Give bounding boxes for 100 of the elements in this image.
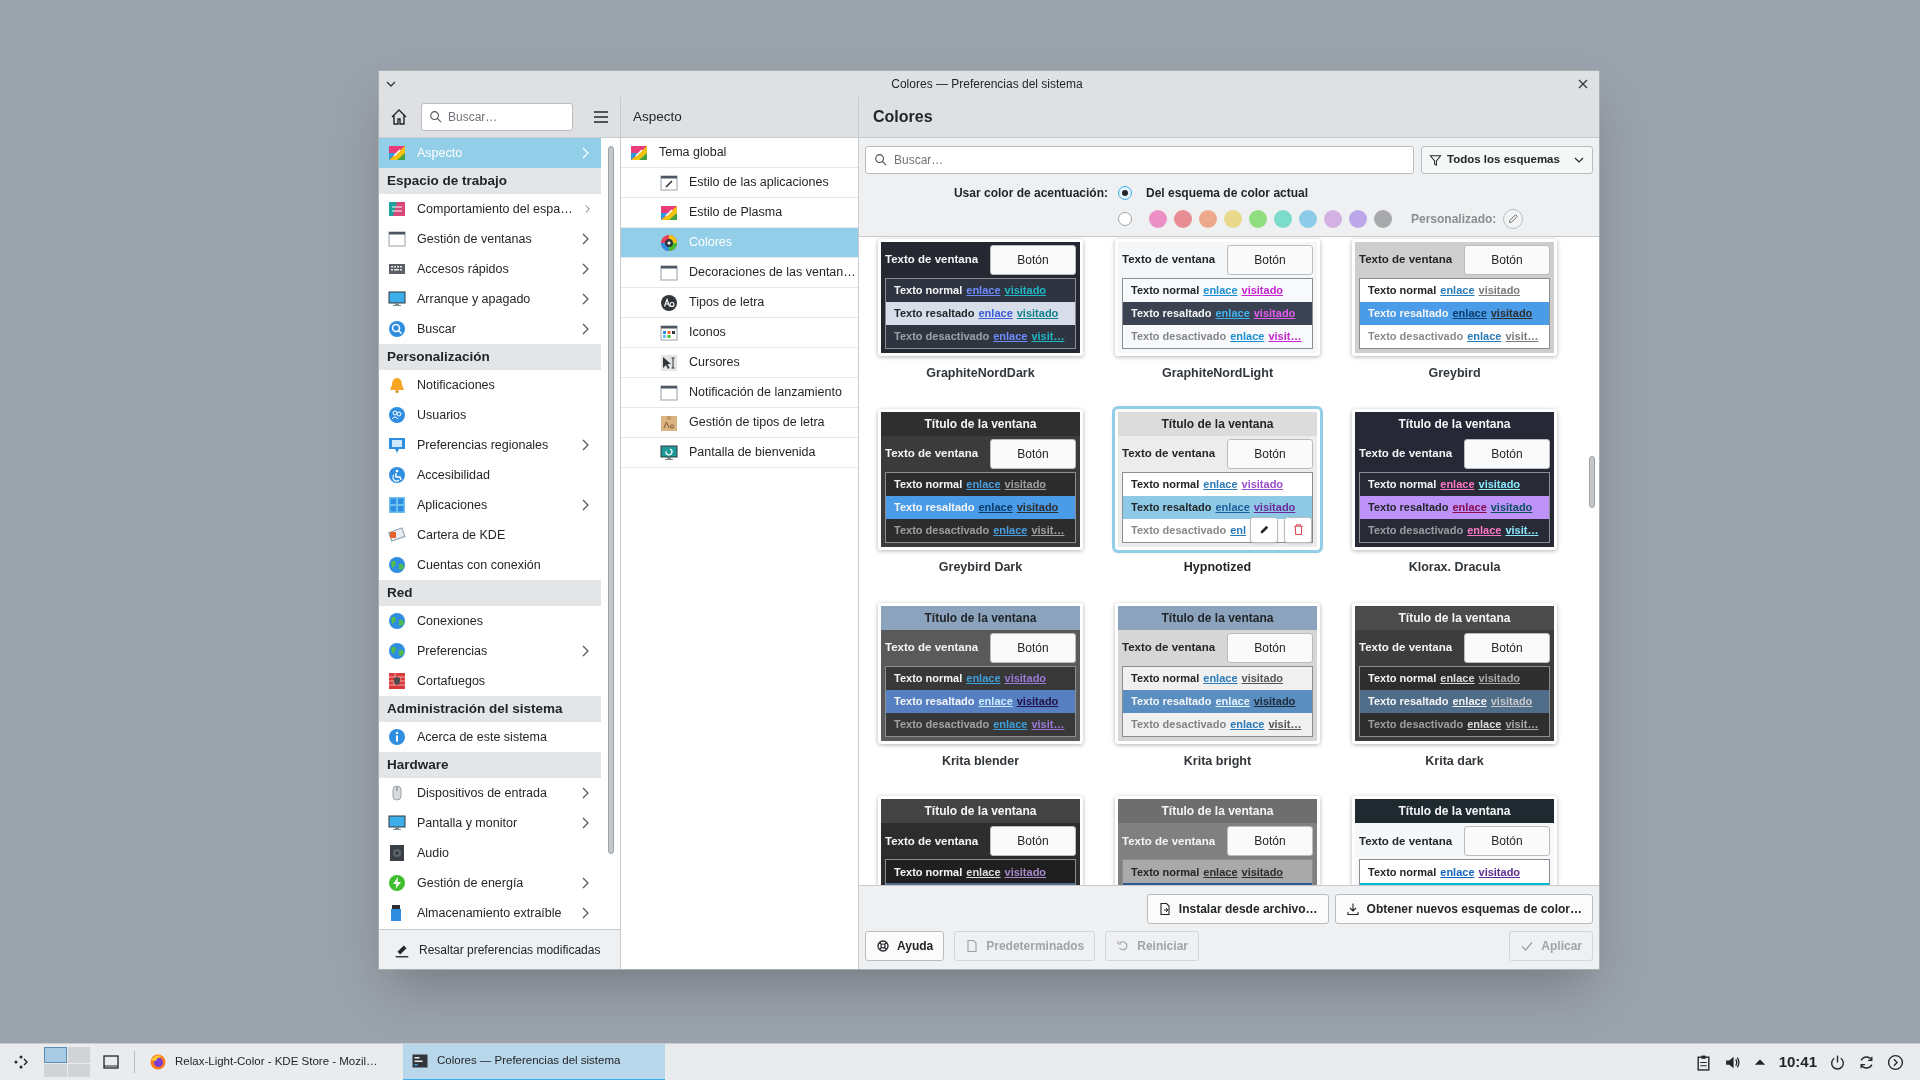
edit-button[interactable] <box>1250 516 1278 543</box>
color-scheme-card[interactable]: Título de la ventana Texto de ventana Botón Texto normal enlace visitado Texto resaltado enlace visitado Texto desactivado enl <box>1115 408 1320 550</box>
preview-button: Botón <box>1464 245 1550 275</box>
category-item[interactable]: Gestión de tipos de letra <box>621 408 858 438</box>
delete-button[interactable] <box>1284 516 1312 543</box>
clipboard-icon[interactable] <box>1694 1053 1712 1071</box>
sample-text: Texto normal <box>1368 864 1437 880</box>
preview-button: Botón <box>1227 632 1313 663</box>
category-item[interactable]: Tema global <box>621 138 858 168</box>
help-button[interactable]: Ayuda <box>865 931 945 961</box>
color-scheme-card[interactable]: Texto de ventana Botón Texto normal enlace visitado Texto resaltado enlace visitado Texto desactivado enlace visit… <box>1352 239 1557 356</box>
highlight-changes-button[interactable]: Resaltar preferencias modificadas <box>389 935 605 964</box>
preview-button: Botón <box>990 438 1076 469</box>
visited-link-text: visitado <box>1253 693 1296 709</box>
desktop-thumbnail[interactable] <box>67 1047 90 1063</box>
window-text: Texto de ventana <box>885 252 979 268</box>
color-scheme-card[interactable]: Título de la ventana Texto de ventana Botón Texto normal enlace visitado Texto resaltado enlace visitado Texto desactivado enlace visit… <box>1352 602 1557 744</box>
search-field[interactable]: Buscar… <box>865 146 1414 174</box>
color-scheme-card[interactable]: Título de la ventana Texto de ventana Botón Texto normal enlace visitado <box>878 796 1083 885</box>
radio-button[interactable] <box>1118 186 1132 200</box>
globe-icon <box>387 611 407 631</box>
power-icon[interactable] <box>1829 1053 1846 1071</box>
chat-bubble-icon <box>387 435 407 455</box>
link-text: enlace <box>1215 500 1250 515</box>
category-item[interactable]: Tipos de letra <box>621 288 858 318</box>
category-item[interactable]: Cursores <box>621 348 858 378</box>
action-button[interactable]: Obtener nuevos esquemas de color… <box>1334 894 1593 924</box>
category-item[interactable]: Estilo de las aplicaciones <box>621 168 858 198</box>
refresh-icon[interactable] <box>1858 1053 1875 1071</box>
scrollbar[interactable] <box>607 146 614 854</box>
lightning-icon <box>387 873 407 893</box>
color-scheme-card[interactable]: Título de la ventana Texto de ventana Botón Texto normal enlace visitado Texto resaltado enlace visitado Texto desactivado enlace visit… <box>878 408 1083 550</box>
radio-button[interactable] <box>1118 212 1132 226</box>
color-swatch[interactable] <box>1224 210 1242 228</box>
sample-text: Texto normal <box>894 283 963 299</box>
close-icon[interactable] <box>1577 78 1589 90</box>
sample-text: Texto normal <box>1131 670 1200 686</box>
color-swatch[interactable] <box>1174 210 1192 228</box>
color-swatch[interactable] <box>1324 210 1342 228</box>
palette-icon <box>387 143 407 163</box>
link-text: enlace <box>966 283 1001 299</box>
color-scheme-card[interactable]: Título de la ventana Texto de ventana Botón Texto normal enlace visitado Texto resaltado enlace visitado Texto desactivado enlace visit… <box>1352 408 1557 550</box>
color-swatch[interactable] <box>1249 210 1267 228</box>
speaker-icon <box>387 843 407 863</box>
link-text: enlace <box>1203 283 1238 299</box>
monitor-icon <box>387 813 407 833</box>
category-item[interactable]: Notificación de lanzamiento <box>621 378 858 408</box>
category-item[interactable]: Decoraciones de las ventan… <box>621 258 858 288</box>
link-text: enlace <box>1215 306 1250 322</box>
help-circle-icon[interactable] <box>1887 1053 1904 1071</box>
desktop-thumbnail[interactable] <box>44 1063 67 1077</box>
taskbar-task[interactable]: Colores — Preferencias del sistema <box>403 1043 665 1080</box>
desktop-thumbnail[interactable] <box>44 1047 67 1063</box>
link-text: enlace <box>978 693 1013 709</box>
preview-title-bar: Título de la ventana <box>1118 411 1317 436</box>
launcher-icon[interactable] <box>12 1053 30 1071</box>
clock[interactable]: 10:41 <box>1778 1050 1817 1074</box>
taskbar-task[interactable]: Relax-Light-Color - KDE Store - Mozil… <box>141 1043 403 1080</box>
font-icon <box>659 292 679 313</box>
filter-icon <box>1429 153 1442 167</box>
link-text: enlace <box>1467 716 1502 732</box>
color-scheme-card[interactable]: Texto de ventana Botón Texto normal enlace visitado Texto resaltado enlace visitado Texto desactivado enlace visit… <box>1115 239 1320 356</box>
search-field[interactable]: Buscar… <box>421 103 573 131</box>
color-scheme-card[interactable]: Título de la ventana Texto de ventana Botón Texto normal enlace visitado Texto resaltado enlace visitado Texto desactivado enlace visit… <box>878 602 1083 744</box>
scrollbar[interactable] <box>1589 456 1595 508</box>
brick-wall-icon <box>387 671 407 691</box>
visited-link-text: visitado <box>1241 477 1284 492</box>
menu-icon[interactable] <box>592 108 610 126</box>
category-item[interactable]: Iconos <box>621 318 858 348</box>
show-desktop-icon[interactable] <box>102 1053 120 1071</box>
color-picker-button[interactable] <box>1503 209 1524 229</box>
sample-text: Texto resaltado <box>1131 693 1212 709</box>
color-swatch[interactable] <box>1349 210 1367 228</box>
color-scheme-card[interactable]: Texto de ventana Botón Texto normal enlace visitado Texto resaltado enlace visitado Texto desactivado enlace visit… <box>878 239 1083 356</box>
desktop-thumbnail[interactable] <box>67 1063 90 1077</box>
visited-link-text: visit… <box>1505 716 1539 732</box>
color-swatch[interactable] <box>1274 210 1292 228</box>
action-button[interactable]: Instalar desde archivo… <box>1146 894 1329 924</box>
color-scheme-card[interactable]: Título de la ventana Texto de ventana Botón Texto normal enlace visitado <box>1115 796 1320 885</box>
search-icon <box>429 110 442 123</box>
monitor-icon <box>659 442 679 463</box>
section-heading: Personalización <box>379 344 601 370</box>
color-scheme-card[interactable]: Título de la ventana Texto de ventana Botón Texto normal enlace visitado <box>1352 796 1557 885</box>
sample-text: Texto desactivado <box>1368 523 1464 538</box>
preview-button: Botón <box>990 632 1076 663</box>
color-scheme-card[interactable]: Título de la ventana Texto de ventana Botón Texto normal enlace visitado Texto resaltado enlace visitado Texto desactivado enlace visit… <box>1115 602 1320 744</box>
color-swatch[interactable] <box>1299 210 1317 228</box>
globe-icon <box>387 555 407 575</box>
custom-color-label: Personalizado: <box>1411 211 1497 228</box>
color-swatch[interactable] <box>1149 210 1167 228</box>
scheme-name: Krita blender <box>940 752 1021 770</box>
home-icon[interactable] <box>389 107 409 127</box>
color-swatch[interactable] <box>1199 210 1217 228</box>
sample-text: Texto desactivado <box>1131 523 1227 538</box>
category-item[interactable]: Pantalla de bienvenida <box>621 438 858 468</box>
preview-button: Botón <box>1464 826 1550 857</box>
color-swatch[interactable] <box>1374 210 1392 228</box>
sample-text: Texto normal <box>894 864 963 880</box>
scheme-filter-dropdown[interactable]: Todos los esquemas <box>1421 146 1593 174</box>
bell-icon <box>387 375 407 395</box>
